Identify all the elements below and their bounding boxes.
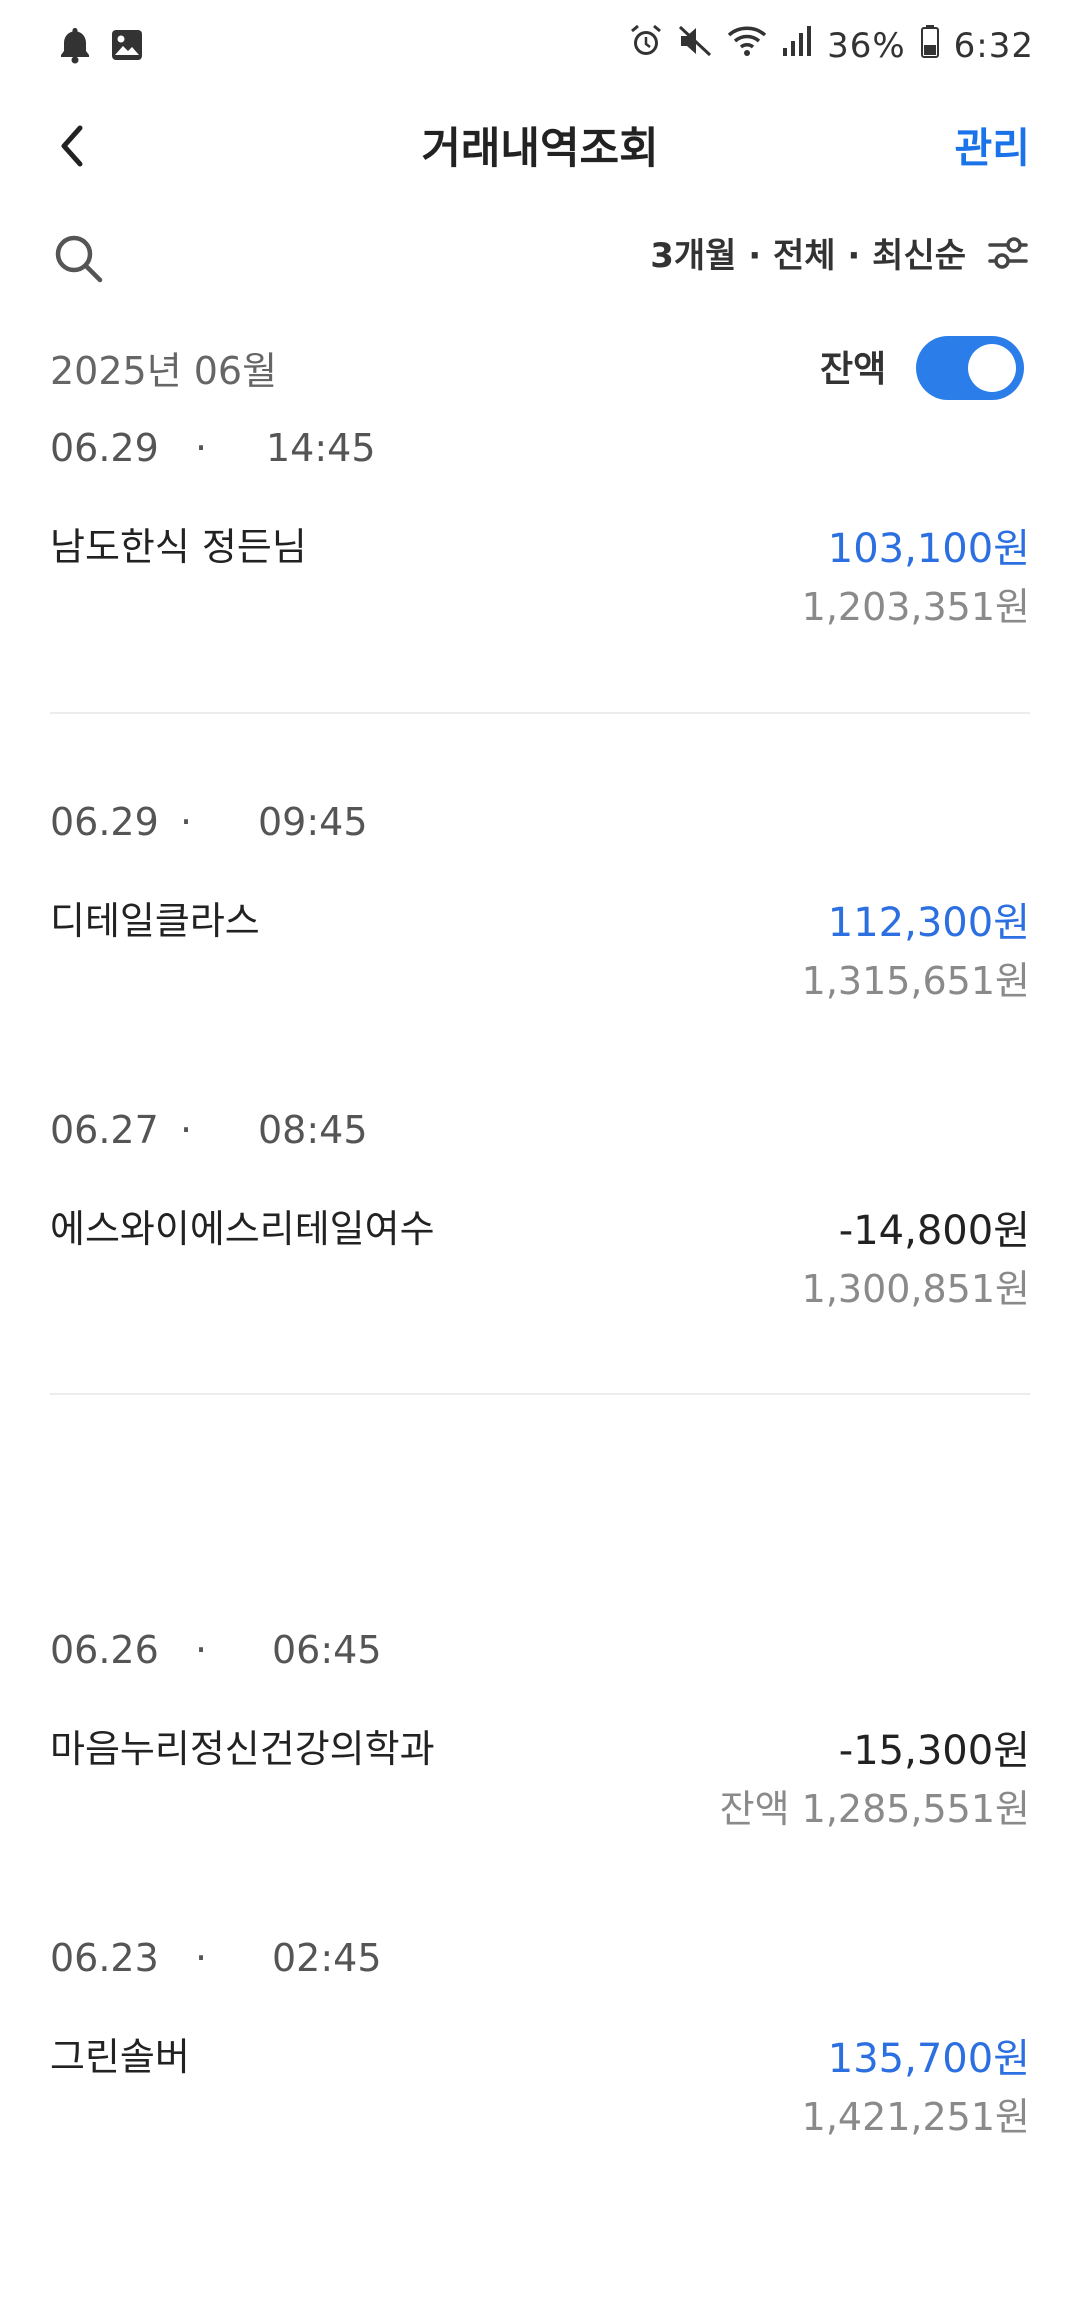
- search-button[interactable]: [50, 230, 106, 286]
- transaction-item[interactable]: 06.27 · 08:45 에스와이에스리테일여수 -14,800원 1,300…: [0, 1108, 1080, 1311]
- transaction-amount: -15,300원: [838, 1728, 1030, 1774]
- signal-icon: [781, 24, 813, 67]
- transaction-item[interactable]: 06.29 · 14:45 남도한식 정든님 103,100원 1,203,35…: [0, 426, 1080, 629]
- filter-button[interactable]: 3개월 · 전체 · 최신순: [650, 228, 1030, 277]
- page-title: 거래내역조회: [421, 124, 659, 174]
- transaction-item[interactable]: 06.23 · 02:45 그린솔버 135,700원 1,421,251원: [0, 1936, 1080, 2139]
- transaction-amount: 135,700원: [827, 2036, 1030, 2082]
- transaction-amount: 103,100원: [827, 526, 1030, 572]
- transaction-date: 06.29: [50, 800, 159, 844]
- status-bar: 36% 6:32: [0, 0, 1080, 100]
- separator-dot: ·: [195, 426, 208, 470]
- month-label: 2025년 06월: [50, 349, 278, 393]
- transaction-name: 에스와이에스리테일여수: [50, 1207, 435, 1251]
- transaction-name: 남도한식 정든님: [50, 525, 307, 569]
- transaction-amount: -14,800원: [838, 1208, 1030, 1254]
- transaction-balance: 잔액 1,285,551원: [719, 1787, 1030, 1831]
- battery-percent: 36%: [827, 25, 906, 66]
- transaction-name: 마음누리정신건강의학과: [50, 1727, 435, 1771]
- transaction-item[interactable]: 06.29 · 09:45 디테일클라스 112,300원 1,315,651원: [0, 800, 1080, 1003]
- transaction-date: 06.27: [50, 1108, 159, 1152]
- alarm-icon: [629, 24, 663, 67]
- divider: [50, 1393, 1030, 1395]
- transaction-name: 그린솔버: [50, 2035, 190, 2079]
- transaction-balance: 1,421,251원: [801, 2095, 1030, 2139]
- transaction-time: 08:45: [258, 1108, 368, 1152]
- separator-dot: ·: [180, 1108, 193, 1152]
- divider: [50, 712, 1030, 714]
- battery-icon: [920, 24, 940, 67]
- transaction-date: 06.23: [50, 1936, 159, 1980]
- transaction-balance: 1,203,351원: [801, 585, 1030, 629]
- transaction-amount: 112,300원: [827, 900, 1030, 946]
- transaction-item[interactable]: 06.26 · 06:45 마음누리정신건강의학과 -15,300원 잔액 1,…: [0, 1628, 1080, 1831]
- balance-toggle[interactable]: [916, 336, 1024, 400]
- transaction-time: 06:45: [272, 1628, 382, 1672]
- transaction-time: 14:45: [266, 426, 376, 470]
- image-icon: [110, 28, 144, 66]
- search-icon: [55, 235, 103, 283]
- wifi-icon: [727, 24, 767, 67]
- bell-icon: [58, 26, 92, 68]
- transaction-time: 02:45: [272, 1936, 382, 1980]
- separator-dot: ·: [195, 1628, 208, 1672]
- balance-toggle-label: 잔액: [820, 349, 887, 390]
- transaction-time: 09:45: [258, 800, 368, 844]
- separator-dot: ·: [180, 800, 193, 844]
- status-bar-left: [58, 26, 144, 68]
- manage-button[interactable]: 관리: [955, 114, 1030, 174]
- filter-sliders-icon: [988, 236, 1028, 269]
- transaction-date: 06.29: [50, 426, 159, 470]
- separator-dot: ·: [195, 1936, 208, 1980]
- filter-label: 3개월 · 전체 · 최신순: [650, 236, 966, 276]
- status-bar-right: 36% 6:32: [629, 24, 1034, 67]
- toggle-knob: [968, 344, 1016, 392]
- clock: 6:32: [953, 25, 1034, 66]
- transaction-balance: 1,315,651원: [801, 959, 1030, 1003]
- mute-icon: [677, 24, 713, 67]
- transaction-balance: 1,300,851원: [801, 1267, 1030, 1311]
- transaction-name: 디테일클라스: [50, 899, 260, 943]
- transaction-date: 06.26: [50, 1628, 159, 1672]
- app-header: 거래내역조회 관리: [0, 100, 1080, 190]
